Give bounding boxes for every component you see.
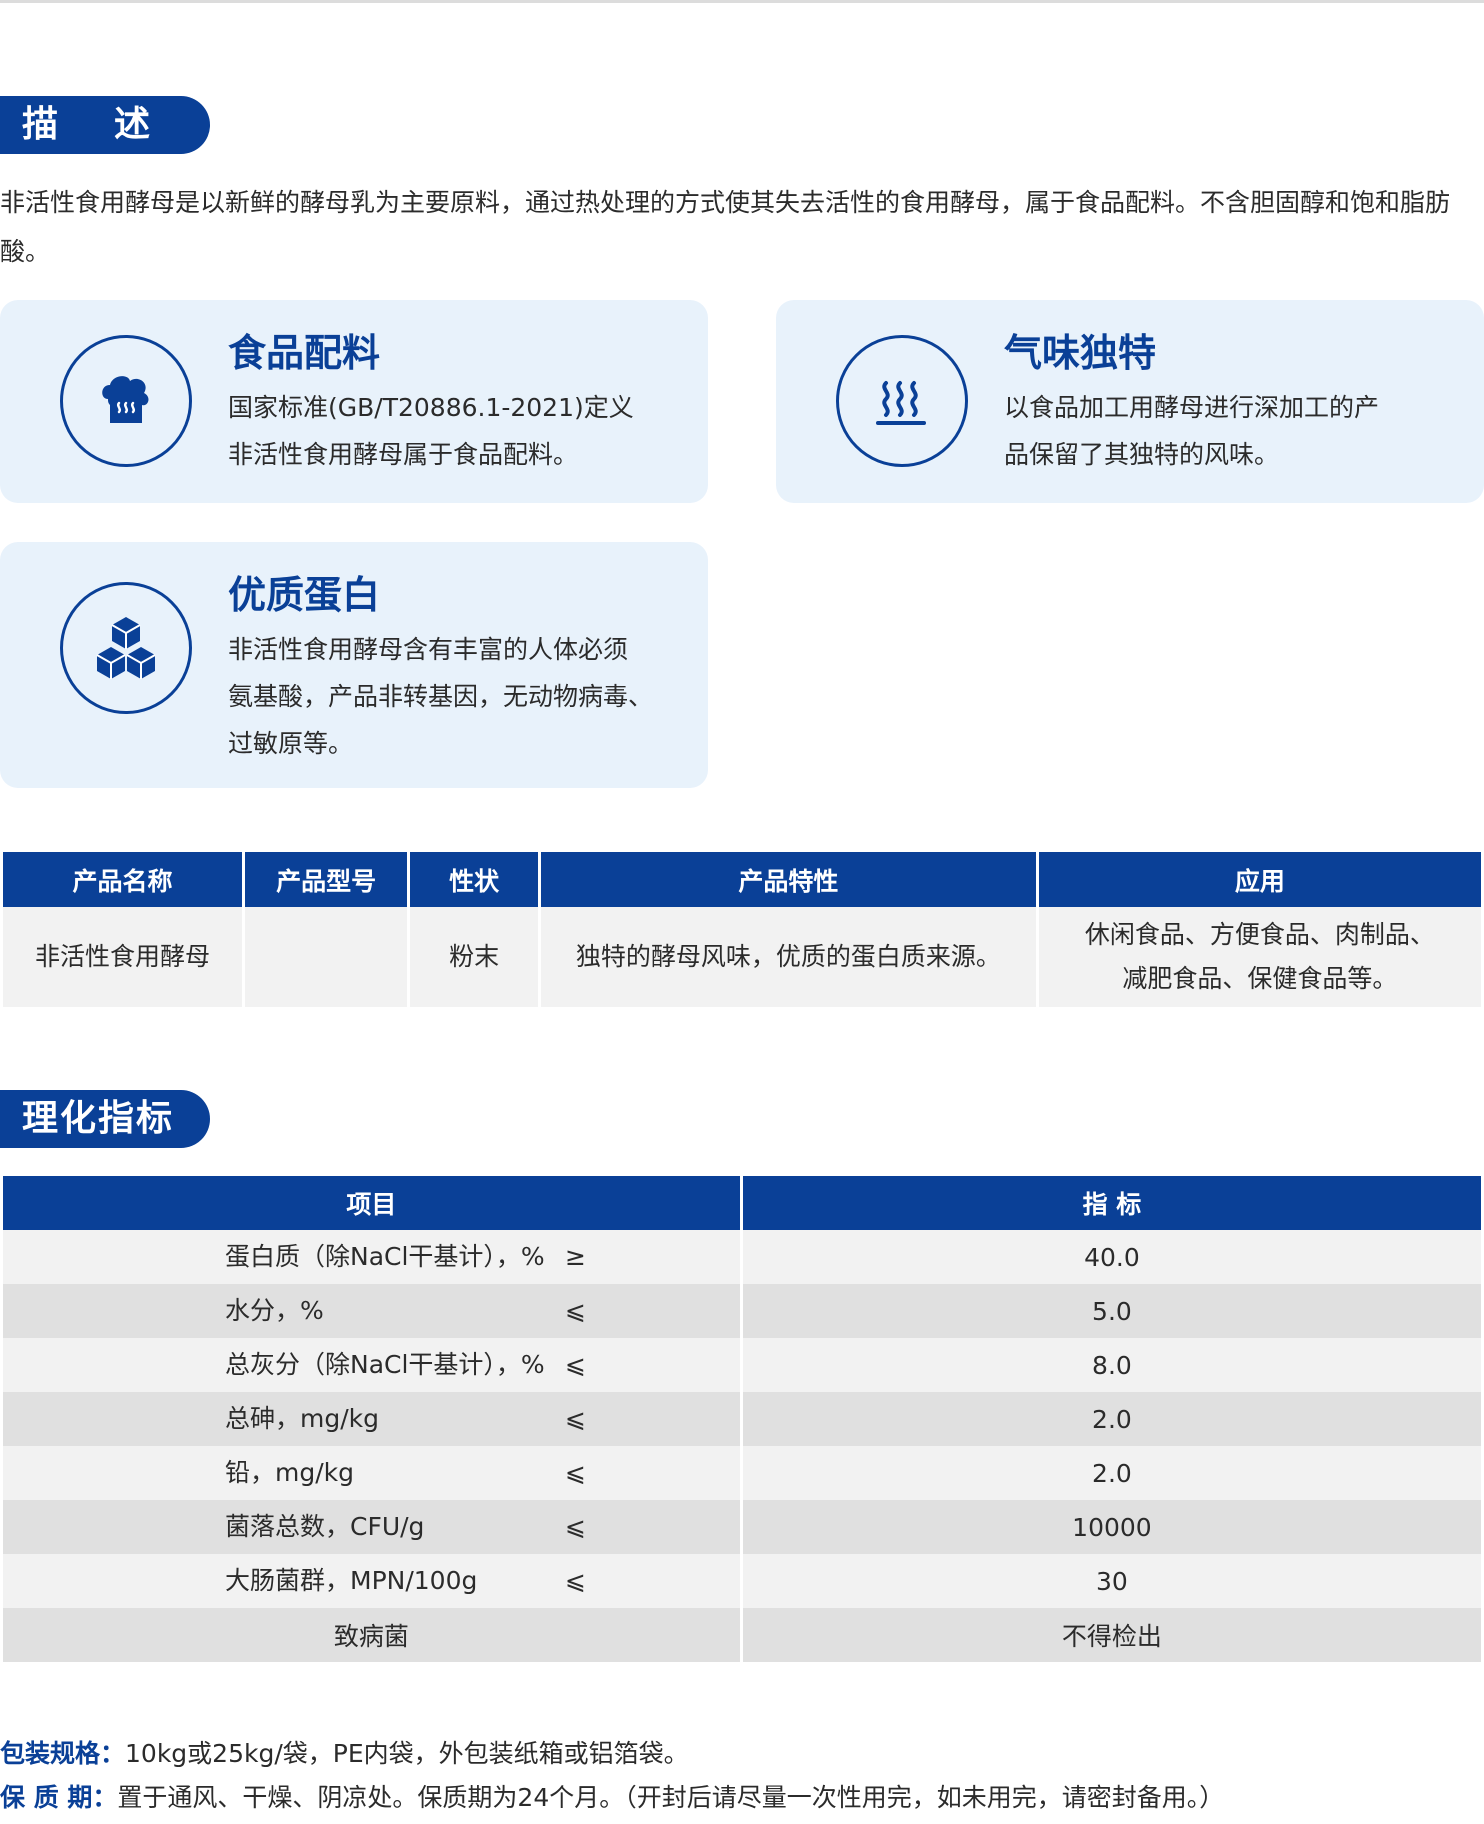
product-table-header: 产品名称 产品型号 性状 产品特性 应用 xyxy=(3,852,1481,907)
feature-text: 国家标准(GB/T20886.1-2021)定义 非活性食用酵母属于食品配料。 xyxy=(228,384,688,478)
column-header: 应用 xyxy=(1038,852,1481,907)
item-operator: ≥ xyxy=(565,1242,586,1271)
feature-text-line: 过敏原等。 xyxy=(228,729,354,758)
value-cell: 40.0 xyxy=(742,1230,1481,1284)
product-name-cell: 非活性食用酵母 xyxy=(3,907,242,1007)
feature-title: 食品配料 xyxy=(228,331,381,375)
feature-title: 优质蛋白 xyxy=(228,573,381,617)
feature-title: 气味独特 xyxy=(1004,331,1157,375)
feature-card-unique-flavor: 气味独特 以食品加工用酵母进行深加工的产 品保留了其独特的风味。 xyxy=(776,300,1484,503)
table-row: 铅，mg/kg ⩽ 2.0 xyxy=(3,1446,1481,1500)
product-model-cell xyxy=(245,907,408,1007)
column-header: 产品名称 xyxy=(3,852,242,907)
item-cell: 致病菌 xyxy=(3,1608,740,1662)
feature-text: 非活性食用酵母含有丰富的人体必须 氨基酸，产品非转基因，无动物病毒、 过敏原等。 xyxy=(228,626,688,767)
feature-card-food-ingredient: 食品配料 国家标准(GB/T20886.1-2021)定义 非活性食用酵母属于食… xyxy=(0,300,708,503)
product-form-cell: 粉末 xyxy=(410,907,538,1007)
column-header: 指 标 xyxy=(742,1176,1481,1230)
value-cell: 8.0 xyxy=(742,1338,1481,1392)
feature-text-line: 非活性食用酵母属于食品配料。 xyxy=(228,440,579,469)
feature-text-line: 非活性食用酵母含有丰富的人体必须 xyxy=(228,635,629,664)
value-cell: 不得检出 xyxy=(742,1608,1481,1662)
item-operator: ⩽ xyxy=(565,1296,586,1325)
shelf-life-label: 保 质 期： xyxy=(0,1783,118,1812)
section-title-description: 描述 xyxy=(0,96,210,154)
item-cell: 水分，% ⩽ xyxy=(3,1284,740,1338)
feature-text-line: 国家标准(GB/T20886.1-2021)定义 xyxy=(228,393,634,422)
item-operator: ⩽ xyxy=(565,1350,586,1379)
item-name: 铅，mg/kg xyxy=(225,1458,354,1487)
table-row: 蛋白质（除NaCl干基计），% ≥ 40.0 xyxy=(3,1230,1481,1284)
table-row: 总砷，mg/kg ⩽ 2.0 xyxy=(3,1392,1481,1446)
table-row: 总灰分（除NaCl干基计），% ⩽ 8.0 xyxy=(3,1338,1481,1392)
item-cell: 菌落总数，CFU/g ⩽ xyxy=(3,1500,740,1554)
item-name: 菌落总数，CFU/g xyxy=(225,1512,425,1541)
packaging-label: 包装规格： xyxy=(0,1739,126,1768)
shelf-life-text: 置于通风、干燥、阴凉处。保质期为24个月。（开封后请尽量一次性用完，如未用完，请… xyxy=(117,1783,1225,1812)
column-header: 性状 xyxy=(410,852,538,907)
physchem-table-header: 项目 指 标 xyxy=(3,1176,1481,1230)
feature-text: 以食品加工用酵母进行深加工的产 品保留了其独特的风味。 xyxy=(1004,384,1464,478)
product-table: 产品名称 产品型号 性状 产品特性 应用 非活性食用酵母 粉末 独特的酵母风味，… xyxy=(0,852,1484,1007)
table-row: 非活性食用酵母 粉末 独特的酵母风味，优质的蛋白质来源。 休闲食品、方便食品、肉… xyxy=(3,907,1481,1007)
table-row: 致病菌 不得检出 xyxy=(3,1608,1481,1662)
item-cell: 蛋白质（除NaCl干基计），% ≥ xyxy=(3,1230,740,1284)
item-operator: ⩽ xyxy=(565,1512,586,1541)
steam-aroma-icon xyxy=(836,335,968,467)
item-name: 总灰分（除NaCl干基计），% xyxy=(225,1350,545,1379)
table-row: 大肠菌群，MPN/100g ⩽ 30 xyxy=(3,1554,1481,1608)
product-application-cell: 休闲食品、方便食品、肉制品、 减肥食品、保健食品等。 xyxy=(1038,907,1481,1007)
item-name: 蛋白质（除NaCl干基计），% xyxy=(225,1242,545,1271)
value-cell: 30 xyxy=(742,1554,1481,1608)
item-cell: 大肠菌群，MPN/100g ⩽ xyxy=(3,1554,740,1608)
value-cell: 5.0 xyxy=(742,1284,1481,1338)
application-line: 减肥食品、保健食品等。 xyxy=(1122,964,1398,993)
column-header: 产品型号 xyxy=(245,852,408,907)
column-header: 项目 xyxy=(3,1176,740,1230)
top-divider xyxy=(0,0,1484,3)
table-row: 菌落总数，CFU/g ⩽ 10000 xyxy=(3,1500,1481,1554)
table-row: 水分，% ⩽ 5.0 xyxy=(3,1284,1481,1338)
item-operator: ⩽ xyxy=(565,1566,586,1595)
column-header: 产品特性 xyxy=(540,852,1036,907)
description-text: 非活性食用酵母是以新鲜的酵母乳为主要原料，通过热处理的方式使其失去活性的食用酵母… xyxy=(0,188,1451,266)
item-name: 水分，% xyxy=(225,1296,324,1325)
application-line: 休闲食品、方便食品、肉制品、 xyxy=(1084,920,1435,949)
value-cell: 2.0 xyxy=(742,1446,1481,1500)
item-cell: 总砷，mg/kg ⩽ xyxy=(3,1392,740,1446)
item-name: 总砷，mg/kg xyxy=(225,1404,379,1433)
shelf-life: 保 质 期：置于通风、干燥、阴凉处。保质期为24个月。（开封后请尽量一次性用完，… xyxy=(0,1778,1484,1818)
value-cell: 2.0 xyxy=(742,1392,1481,1446)
item-cell: 总灰分（除NaCl干基计），% ⩽ xyxy=(3,1338,740,1392)
physchem-table: 项目 指 标 蛋白质（除NaCl干基计），% ≥ 40.0 水分，% ⩽ 5.0 总… xyxy=(0,1176,1484,1662)
cubes-icon xyxy=(60,582,192,714)
feature-text-line: 品保留了其独特的风味。 xyxy=(1004,440,1280,469)
feature-text-line: 氨基酸，产品非转基因，无动物病毒、 xyxy=(228,682,654,711)
feature-text-line: 以食品加工用酵母进行深加工的产 xyxy=(1004,393,1380,422)
packaging-spec: 包装规格：10kg或25kg/袋，PE内袋，外包装纸箱或铝箔袋。 xyxy=(0,1734,1484,1774)
feature-card-quality-protein: 优质蛋白 非活性食用酵母含有丰富的人体必须 氨基酸，产品非转基因，无动物病毒、 … xyxy=(0,542,708,788)
product-feature-cell: 独特的酵母风味，优质的蛋白质来源。 xyxy=(540,907,1036,1007)
item-operator: ⩽ xyxy=(565,1458,586,1487)
packaging-text: 10kg或25kg/袋，PE内袋，外包装纸箱或铝箔袋。 xyxy=(125,1739,689,1768)
item-name: 大肠菌群，MPN/100g xyxy=(225,1566,478,1595)
chef-hat-icon xyxy=(60,335,192,467)
section-title-physchem: 理化指标 xyxy=(0,1090,210,1148)
item-cell: 铅，mg/kg ⩽ xyxy=(3,1446,740,1500)
item-operator: ⩽ xyxy=(565,1404,586,1433)
value-cell: 10000 xyxy=(742,1500,1481,1554)
